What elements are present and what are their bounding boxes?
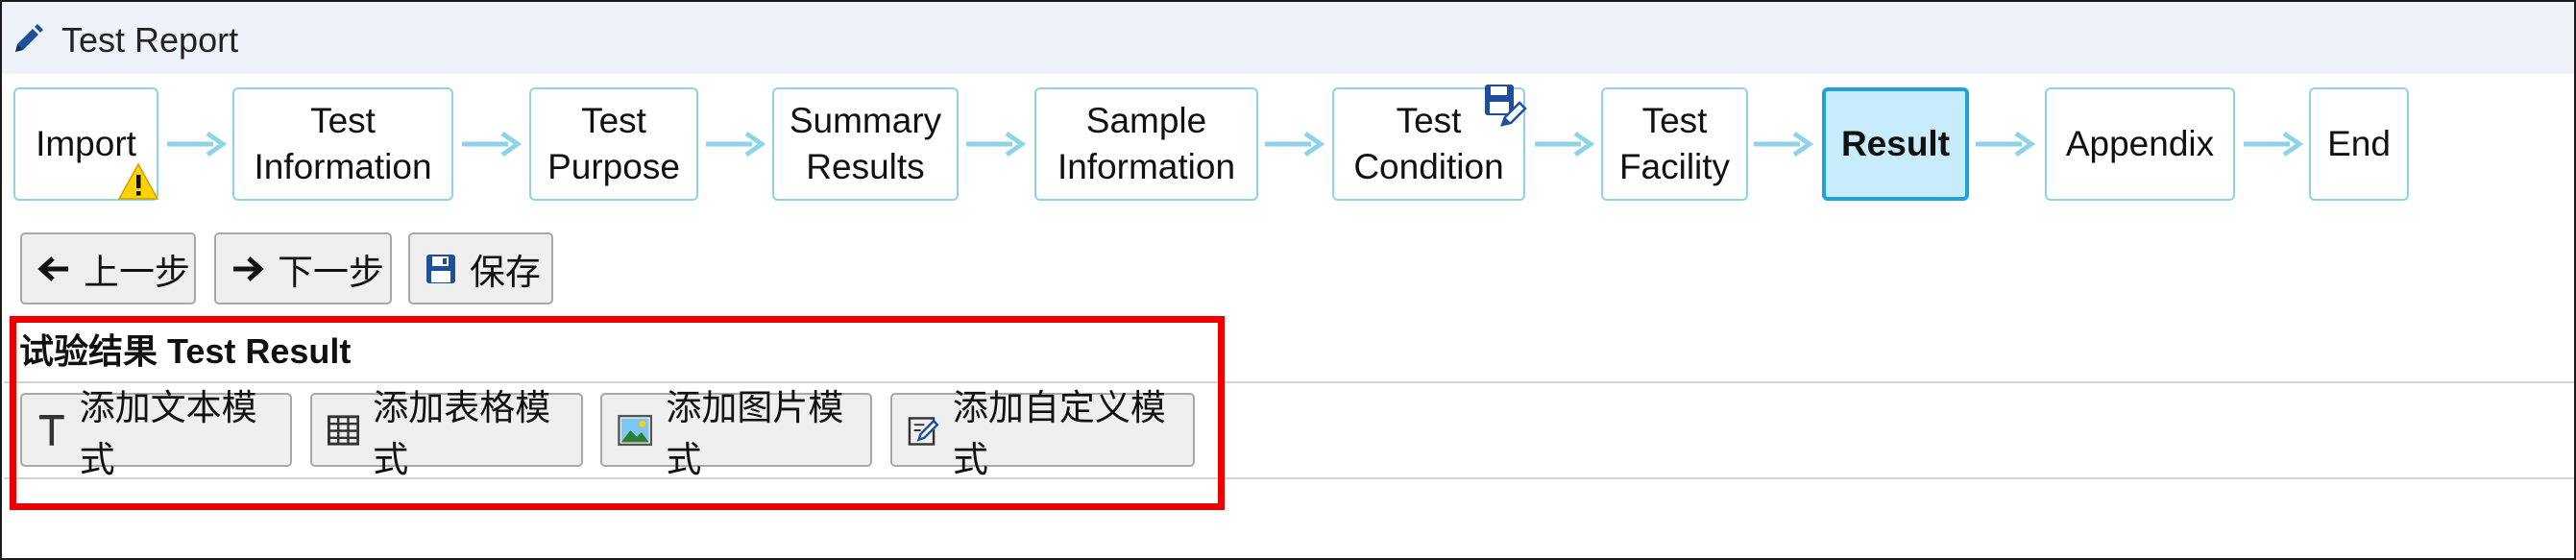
step-label: Test Facility bbox=[1618, 101, 1731, 186]
step-end[interactable]: End bbox=[2309, 87, 2409, 201]
app-window: Test Report Import Test Information Test… bbox=[0, 0, 2576, 560]
arrow-icon bbox=[1754, 131, 1813, 158]
arrow-icon bbox=[706, 131, 766, 158]
step-label: Summary Results bbox=[789, 101, 942, 186]
step-sample-information[interactable]: Sample Information bbox=[1034, 87, 1258, 201]
step-appendix[interactable]: Appendix bbox=[2045, 87, 2235, 201]
floppy-disk-icon bbox=[426, 254, 455, 283]
next-step-button[interactable]: 下一步 bbox=[214, 232, 392, 304]
step-label: Appendix bbox=[2065, 124, 2215, 163]
save-button[interactable]: 保存 bbox=[408, 232, 553, 304]
arrow-right-icon bbox=[233, 256, 264, 281]
step-label: Import bbox=[36, 124, 136, 163]
title-bar: Test Report bbox=[2, 2, 2574, 74]
arrow-icon bbox=[462, 131, 522, 158]
step-test-facility[interactable]: Test Facility bbox=[1601, 87, 1748, 201]
step-test-information[interactable]: Test Information bbox=[232, 87, 453, 201]
save-edit-icon bbox=[1485, 85, 1527, 127]
step-label: Test Condition bbox=[1353, 101, 1504, 186]
arrow-icon bbox=[1265, 131, 1324, 158]
highlight-box bbox=[10, 316, 1225, 510]
pencil-icon bbox=[15, 24, 43, 52]
window-title: Test Report bbox=[61, 20, 239, 60]
step-label: Test Information bbox=[254, 101, 432, 186]
step-summary-results[interactable]: Summary Results bbox=[772, 87, 959, 201]
save-label: 保存 bbox=[470, 252, 541, 292]
step-label: Result bbox=[1840, 124, 1951, 163]
arrow-icon bbox=[1976, 131, 2035, 158]
arrow-icon bbox=[2244, 131, 2303, 158]
step-label: End bbox=[2327, 124, 2391, 163]
previous-step-label: 上一步 bbox=[84, 252, 190, 292]
arrow-icon bbox=[966, 131, 1026, 158]
warning-icon bbox=[117, 162, 159, 200]
next-step-label: 下一步 bbox=[278, 252, 384, 292]
step-test-purpose[interactable]: Test Purpose bbox=[529, 87, 698, 201]
previous-step-button[interactable]: 上一步 bbox=[20, 232, 196, 304]
step-result[interactable]: Result bbox=[1822, 87, 1969, 201]
arrow-icon bbox=[1535, 131, 1594, 158]
step-label: Sample Information bbox=[1057, 101, 1236, 186]
step-label: Test Purpose bbox=[547, 101, 680, 186]
arrow-left-icon bbox=[37, 256, 68, 281]
arrow-icon bbox=[167, 131, 227, 158]
